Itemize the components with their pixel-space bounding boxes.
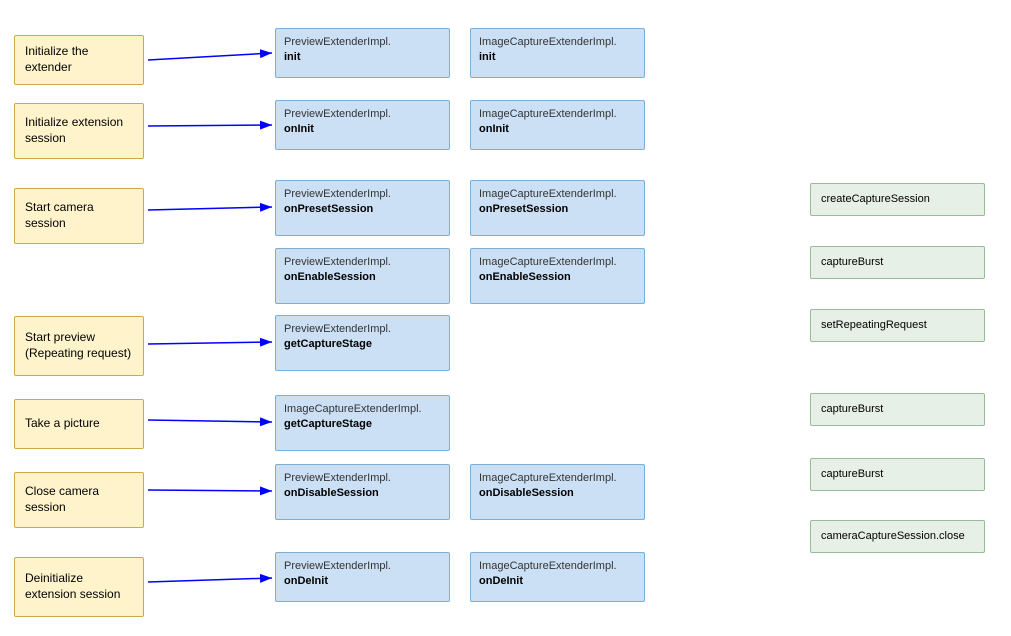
method-name: onInit bbox=[479, 123, 509, 135]
arrow-0 bbox=[148, 53, 272, 60]
class-name: ImageCaptureExtenderImpl. bbox=[479, 560, 617, 572]
blue-box-row-init-session-0: PreviewExtenderImpl. onInit bbox=[275, 100, 450, 150]
class-name: PreviewExtenderImpl. bbox=[284, 323, 391, 335]
yellow-box-row-init-extender: Initialize the extender bbox=[14, 35, 144, 85]
method-name: init bbox=[479, 51, 496, 63]
class-name: ImageCaptureExtenderImpl. bbox=[479, 36, 617, 48]
arrow-3 bbox=[148, 342, 272, 344]
method-name: onEnableSession bbox=[479, 271, 571, 283]
method-name: onDisableSession bbox=[284, 487, 379, 499]
yellow-box-row-deinit-session: Deinitialize extension session bbox=[14, 557, 144, 617]
green-box-row-take-picture-0: captureBurst bbox=[810, 393, 985, 426]
blue-box-row-init-extender-1: ImageCaptureExtenderImpl. init bbox=[470, 28, 645, 78]
yellow-box-row-take-picture: Take a picture bbox=[14, 399, 144, 449]
method-name: onInit bbox=[284, 123, 314, 135]
blue-box-row-deinit-session-0: PreviewExtenderImpl. onDeInit bbox=[275, 552, 450, 602]
class-name: ImageCaptureExtenderImpl. bbox=[479, 256, 617, 268]
class-name: PreviewExtenderImpl. bbox=[284, 188, 391, 200]
class-name: PreviewExtenderImpl. bbox=[284, 36, 391, 48]
method-name: onPresetSession bbox=[284, 203, 373, 215]
arrow-5 bbox=[148, 490, 272, 491]
method-name: onDisableSession bbox=[479, 487, 574, 499]
green-box-row-start-camera-0: createCaptureSession bbox=[810, 183, 985, 216]
green-box-row-start-camera-2: setRepeatingRequest bbox=[810, 309, 985, 342]
blue-box-row-close-camera-1: ImageCaptureExtenderImpl. onDisableSessio… bbox=[470, 464, 645, 520]
class-name: PreviewExtenderImpl. bbox=[284, 108, 391, 120]
method-name: onDeInit bbox=[284, 575, 328, 587]
arrow-4 bbox=[148, 420, 272, 422]
method-name: init bbox=[284, 51, 301, 63]
blue-box-row-start-camera-1: ImageCaptureExtenderImpl. onPresetSession bbox=[470, 180, 645, 236]
method-name: onDeInit bbox=[479, 575, 523, 587]
yellow-box-row-close-camera: Close camera session bbox=[14, 472, 144, 528]
arrow-6 bbox=[148, 578, 272, 582]
class-name: PreviewExtenderImpl. bbox=[284, 560, 391, 572]
method-name: onEnableSession bbox=[284, 271, 376, 283]
blue-box-row-start-camera-0: PreviewExtenderImpl. onPresetSession bbox=[275, 180, 450, 236]
method-name: getCaptureStage bbox=[284, 418, 372, 430]
class-name: ImageCaptureExtenderImpl. bbox=[479, 108, 617, 120]
green-box-row-start-camera-1: captureBurst bbox=[810, 246, 985, 279]
class-name: ImageCaptureExtenderImpl. bbox=[284, 403, 422, 415]
blue-box-row-start-camera-3: ImageCaptureExtenderImpl. onEnableSession bbox=[470, 248, 645, 304]
yellow-box-row-start-preview: Start preview (Repeating request) bbox=[14, 316, 144, 376]
blue-box-row-close-camera-0: PreviewExtenderImpl. onDisableSession bbox=[275, 464, 450, 520]
class-name: ImageCaptureExtenderImpl. bbox=[479, 472, 617, 484]
blue-box-row-init-extender-0: PreviewExtenderImpl. init bbox=[275, 28, 450, 78]
class-name: PreviewExtenderImpl. bbox=[284, 472, 391, 484]
arrow-2 bbox=[148, 207, 272, 210]
method-name: onPresetSession bbox=[479, 203, 568, 215]
green-box-row-close-camera-1: cameraCaptureSession.close bbox=[810, 520, 985, 553]
blue-box-row-start-camera-2: PreviewExtenderImpl. onEnableSession bbox=[275, 248, 450, 304]
blue-box-row-take-picture-0: ImageCaptureExtenderImpl. getCaptureStage bbox=[275, 395, 450, 451]
yellow-box-row-start-camera: Start camera session bbox=[14, 188, 144, 244]
diagram: Initialize the extender PreviewExtenderIm… bbox=[0, 0, 1011, 636]
blue-box-row-deinit-session-1: ImageCaptureExtenderImpl. onDeInit bbox=[470, 552, 645, 602]
yellow-box-row-init-session: Initialize extension session bbox=[14, 103, 144, 159]
blue-box-row-init-session-1: ImageCaptureExtenderImpl. onInit bbox=[470, 100, 645, 150]
green-box-row-close-camera-0: captureBurst bbox=[810, 458, 985, 491]
class-name: PreviewExtenderImpl. bbox=[284, 256, 391, 268]
blue-box-row-start-preview-0: PreviewExtenderImpl. getCaptureStage bbox=[275, 315, 450, 371]
arrow-1 bbox=[148, 125, 272, 126]
method-name: getCaptureStage bbox=[284, 338, 372, 350]
class-name: ImageCaptureExtenderImpl. bbox=[479, 188, 617, 200]
